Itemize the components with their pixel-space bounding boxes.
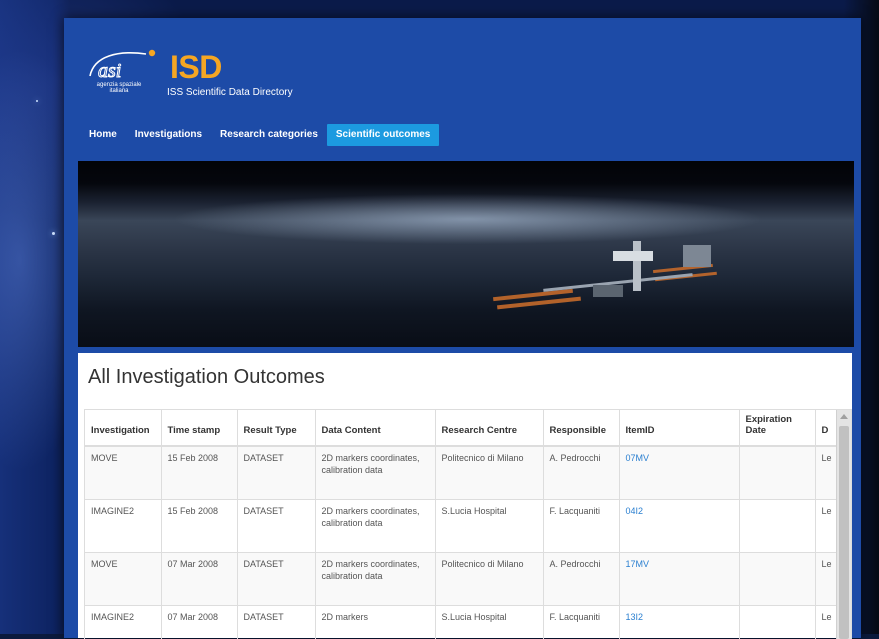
table-cell: 15 Feb 2008 [161, 446, 238, 500]
column-header[interactable]: Time stamp [161, 410, 238, 447]
column-header[interactable]: Data Content [315, 410, 436, 447]
logo-subtitle: agenzia spaziale italiana [91, 82, 147, 94]
nav-item-research-categories[interactable]: Research categories [211, 124, 327, 146]
main-content: All Investigation Outcomes Investigation… [78, 353, 852, 639]
table-cell: F. Lacquaniti [543, 499, 620, 553]
column-header[interactable]: Expiration Date [739, 410, 816, 447]
table-cell: A. Pedrocchi [543, 552, 620, 606]
table-cell [739, 446, 816, 500]
table-cell: IMAGINE2 [85, 499, 162, 553]
table-cell [739, 499, 816, 553]
outcomes-table: Investigation Time stamp Result Type Dat… [85, 410, 846, 639]
star-decoration [52, 232, 55, 235]
logo-subtitle-line: italiana [109, 88, 129, 94]
main-nav: Home Investigations Research categories … [80, 124, 440, 146]
page-title: All Investigation Outcomes [88, 366, 325, 388]
table-cell: 2D markers coordinates, calibration data [315, 552, 436, 606]
column-header[interactable]: ItemID [619, 410, 740, 447]
site-brand[interactable]: asi agenzia spaziale italiana ISD ISS Sc… [88, 46, 348, 98]
asi-logo-icon: asi [89, 49, 156, 82]
nav-item-scientific-outcomes[interactable]: Scientific outcomes [326, 124, 440, 146]
column-header[interactable]: Research Centre [435, 410, 544, 447]
earth-horizon-glow [78, 171, 854, 251]
table-cell: 2D markers coordinates, calibration data [315, 499, 436, 553]
logo-isd-mark: ISD [170, 49, 222, 85]
nav-item-home[interactable]: Home [80, 124, 126, 146]
outcomes-table-container[interactable]: Investigation Time stamp Result Type Dat… [84, 409, 852, 639]
table-cell: S.Lucia Hospital [435, 499, 544, 553]
table-cell: A. Pedrocchi [543, 446, 620, 500]
table-row: MOVE 15 Feb 2008 DATASET 2D markers coor… [85, 446, 846, 500]
table-row: IMAGINE2 15 Feb 2008 DATASET 2D markers … [85, 499, 846, 553]
table-cell: DATASET [237, 552, 316, 606]
table-cell: Politecnico di Milano [435, 446, 544, 500]
table-cell [739, 552, 816, 606]
scrollbar-thumb[interactable] [839, 426, 849, 639]
space-station-graphic [493, 241, 717, 310]
table-cell: 07 Mar 2008 [161, 552, 238, 606]
hero-banner-image [78, 161, 854, 347]
nav-item-investigations[interactable]: Investigations [126, 124, 211, 146]
item-id-link[interactable]: 04I2 [619, 499, 740, 553]
site-tagline: ISS Scientific Data Directory [167, 87, 293, 98]
table-cell: 2D markers coordinates, calibration data [315, 446, 436, 500]
table-cell: DATASET [237, 499, 316, 553]
table-cell: 15 Feb 2008 [161, 499, 238, 553]
column-header[interactable]: Responsible [543, 410, 620, 447]
scroll-up-arrow-icon[interactable] [840, 414, 848, 419]
item-id-link[interactable]: 07MV [619, 446, 740, 500]
table-cell: DATASET [237, 446, 316, 500]
svg-text:asi: asi [98, 60, 121, 82]
table-header-row: Investigation Time stamp Result Type Dat… [85, 410, 846, 447]
table-row: MOVE 07 Mar 2008 DATASET 2D markers coor… [85, 552, 846, 606]
table-cell: MOVE [85, 552, 162, 606]
site-page: asi agenzia spaziale italiana ISD ISS Sc… [64, 18, 861, 639]
item-id-link[interactable]: 17MV [619, 552, 740, 606]
table-cell: Politecnico di Milano [435, 552, 544, 606]
table-scrollbar[interactable] [836, 410, 851, 639]
star-decoration [36, 100, 38, 102]
column-header[interactable]: Result Type [237, 410, 316, 447]
column-header[interactable]: Investigation [85, 410, 162, 447]
table-cell: MOVE [85, 446, 162, 500]
